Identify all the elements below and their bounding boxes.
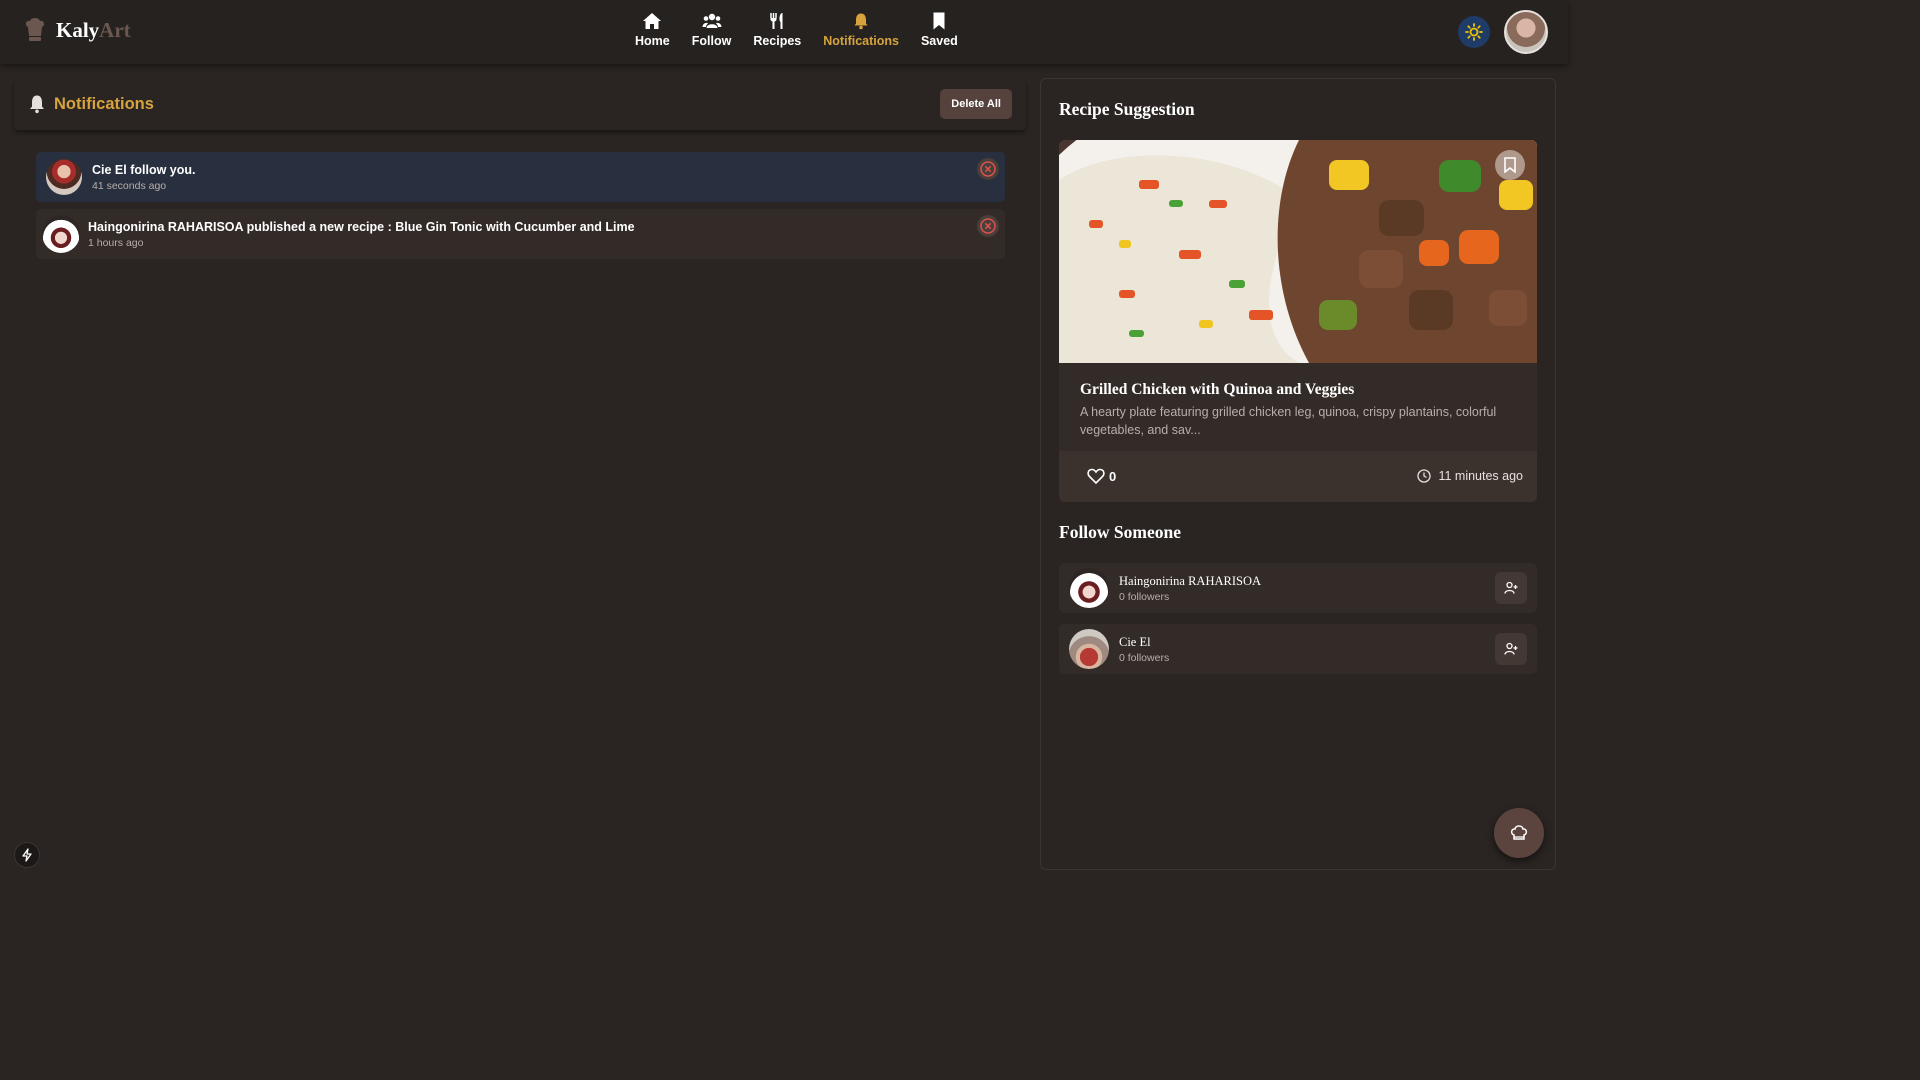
- nav-recipes[interactable]: Recipes: [742, 12, 812, 48]
- clock-icon: [1417, 469, 1432, 483]
- save-recipe-button[interactable]: [1495, 150, 1525, 180]
- recipe-image[interactable]: [1059, 140, 1537, 363]
- chef-hat-icon: [1510, 825, 1528, 840]
- recipe-photo: [1059, 140, 1537, 363]
- avatar[interactable]: [1069, 568, 1109, 608]
- bell-icon: [30, 95, 44, 114]
- recipe-card[interactable]: Grilled Chicken with Quinoa and Veggies …: [1059, 140, 1537, 502]
- recipe-time-label: 11 minutes ago: [1438, 469, 1523, 483]
- notification-text: Haingonirina RAHARISOA published a new r…: [88, 220, 635, 249]
- dev-tools-button[interactable]: [14, 842, 40, 868]
- follow-user-button[interactable]: [1495, 572, 1527, 604]
- nav-saved[interactable]: Saved: [910, 12, 969, 48]
- recipe-footer: 0 11 minutes ago: [1059, 451, 1537, 502]
- bell-icon: [854, 13, 868, 30]
- user-plus-icon: [1504, 642, 1518, 655]
- nav-saved-label: Saved: [920, 34, 958, 48]
- page-title: Notifications: [54, 94, 154, 113]
- recipe-title[interactable]: Grilled Chicken with Quinoa and Veggies: [1080, 381, 1354, 399]
- user-avatar[interactable]: [1504, 10, 1548, 54]
- lightning-icon: [22, 848, 32, 862]
- bookmark-icon: [933, 12, 945, 30]
- recipe-suggestion-title: Recipe Suggestion: [1059, 99, 1195, 119]
- nav-follow-label: Follow: [691, 34, 732, 48]
- notifications-header: Notifications Delete All: [14, 80, 1026, 130]
- follow-user-name[interactable]: Cie El: [1119, 635, 1151, 650]
- delete-all-button[interactable]: Delete All: [940, 89, 1012, 119]
- nav-home-label: Home: [635, 34, 670, 48]
- like-button[interactable]: 0: [1087, 468, 1116, 484]
- like-count: 0: [1109, 468, 1117, 484]
- nav-recipes-label: Recipes: [753, 34, 802, 48]
- notification-item[interactable]: Haingonirina RAHARISOA published a new r…: [36, 209, 1005, 259]
- follow-someone-title: Follow Someone: [1059, 522, 1182, 542]
- follow-user-followers: 0 followers: [1119, 652, 1170, 664]
- recipe-time: 11 minutes ago: [1417, 469, 1523, 483]
- top-navbar: KalyArt Home Follow Recipes Notification…: [0, 0, 1568, 64]
- avatar[interactable]: [1069, 629, 1109, 669]
- close-circle-icon: [980, 161, 996, 177]
- utensils-icon: [770, 13, 783, 29]
- follow-user-followers: 0 followers: [1119, 591, 1170, 603]
- bookmark-icon: [1504, 157, 1516, 173]
- chef-hat-icon: [25, 18, 45, 41]
- notification-message: Haingonirina RAHARISOA published a new r…: [88, 219, 635, 234]
- main-nav: Home Follow Recipes Notifications Saved: [624, 12, 969, 48]
- notification-time: 41 seconds ago: [92, 179, 167, 192]
- app-name-part1: Kaly: [56, 17, 100, 42]
- heart-icon: [1087, 468, 1105, 484]
- notification-time: 1 hours ago: [88, 236, 144, 249]
- avatar: [42, 215, 80, 253]
- users-icon: [702, 13, 722, 28]
- app-name-part2: Art: [99, 17, 131, 42]
- notification-item[interactable]: Cie El follow you. 41 seconds ago: [36, 152, 1005, 202]
- follow-user-name[interactable]: Haingonirina RAHARISOA: [1119, 574, 1261, 589]
- nav-notifications-label: Notifications: [823, 34, 899, 48]
- app-name: KalyArt: [56, 18, 131, 43]
- notifications-title-wrap: Notifications: [28, 94, 154, 114]
- nav-home[interactable]: Home: [624, 12, 681, 48]
- follow-user-button[interactable]: [1495, 633, 1527, 665]
- user-plus-icon: [1504, 581, 1518, 594]
- follow-suggestion-item: Haingonirina RAHARISOA 0 followers: [1059, 563, 1537, 613]
- app-logo[interactable]: KalyArt: [24, 17, 131, 43]
- close-circle-icon: [980, 218, 996, 234]
- follow-suggestion-item: Cie El 0 followers: [1059, 624, 1537, 674]
- notification-text: Cie El follow you. 41 seconds ago: [92, 163, 195, 192]
- notification-message: Cie El follow you.: [92, 162, 196, 177]
- recipe-description: A hearty plate featuring grilled chicken…: [1080, 405, 1497, 437]
- home-icon: [643, 13, 662, 29]
- dismiss-notification-button[interactable]: [977, 158, 999, 180]
- avatar: [46, 159, 82, 195]
- dismiss-notification-button[interactable]: [977, 215, 999, 237]
- right-sidebar: Recipe Suggestion Grilled Chicken with Q…: [1040, 78, 1556, 870]
- sun-icon: [1465, 23, 1483, 41]
- nav-follow[interactable]: Follow: [681, 12, 743, 48]
- chef-hat-button[interactable]: [1494, 808, 1544, 858]
- theme-toggle[interactable]: [1458, 16, 1490, 48]
- nav-notifications[interactable]: Notifications: [812, 12, 910, 48]
